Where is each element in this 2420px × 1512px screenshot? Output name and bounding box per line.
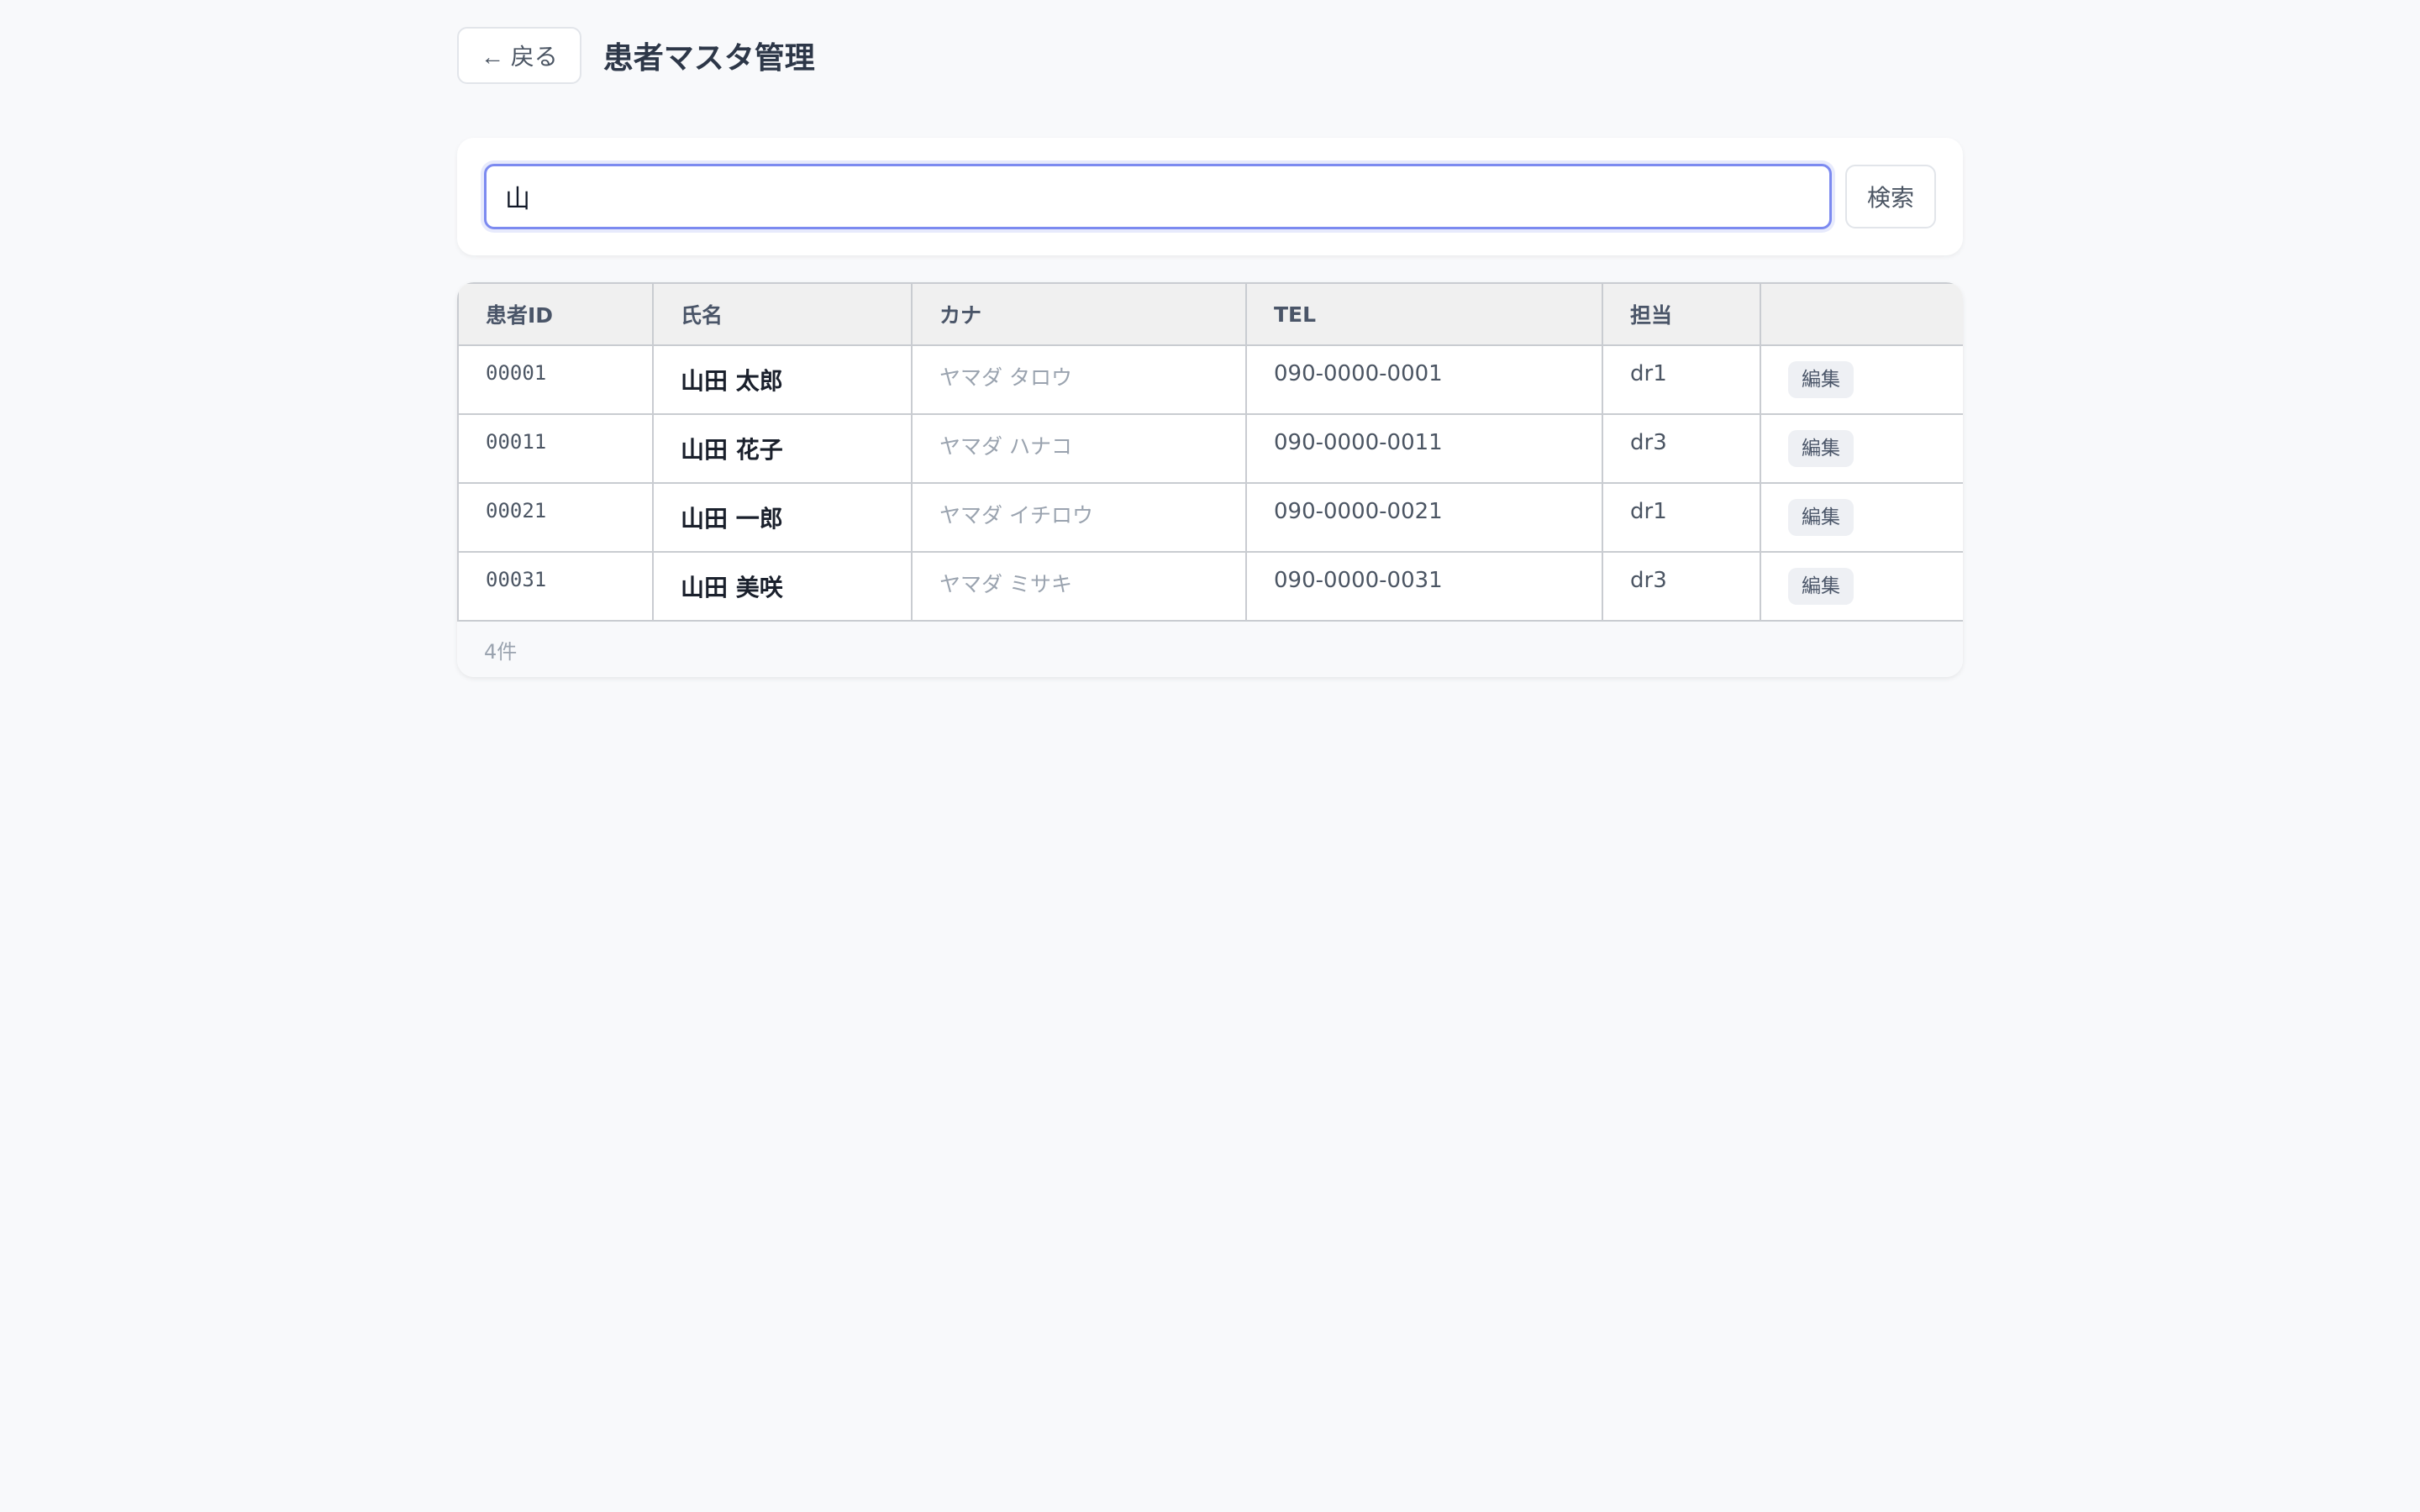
search-card: 検索 <box>457 138 1963 255</box>
patient-table: 患者ID 氏名 カナ TEL 担当 00001 山田 太郎 ヤマダ タロウ 09… <box>457 282 1963 622</box>
patient-kana-cell: ヤマダ ミサキ <box>911 551 1247 622</box>
column-header-staff[interactable]: 担当 <box>1602 282 1761 346</box>
actions-cell: 編集 <box>1760 344 1963 415</box>
table-header-row: 患者ID 氏名 カナ TEL 担当 <box>457 282 1963 346</box>
column-header-tel[interactable]: TEL <box>1245 282 1603 346</box>
table-row[interactable]: 00011 山田 花子 ヤマダ ハナコ 090-0000-0011 dr3 編集 <box>457 413 1963 484</box>
edit-button[interactable]: 編集 <box>1788 568 1854 605</box>
table-row[interactable]: 00031 山田 美咲 ヤマダ ミサキ 090-0000-0031 dr3 編集 <box>457 551 1963 622</box>
patient-staff-cell: dr3 <box>1602 413 1761 484</box>
column-header-name[interactable]: 氏名 <box>652 282 913 346</box>
result-count: 4件 <box>457 622 1963 677</box>
table-row[interactable]: 00001 山田 太郎 ヤマダ タロウ 090-0000-0001 dr1 編集 <box>457 344 1963 415</box>
table-row[interactable]: 00021 山田 一郎 ヤマダ イチロウ 090-0000-0021 dr1 編… <box>457 482 1963 553</box>
column-header-patient-id[interactable]: 患者ID <box>457 282 654 346</box>
actions-cell: 編集 <box>1760 551 1963 622</box>
back-button[interactable]: ← 戻る <box>457 27 581 84</box>
patient-name-cell: 山田 太郎 <box>652 344 913 415</box>
patient-staff-cell: dr3 <box>1602 551 1761 622</box>
edit-button[interactable]: 編集 <box>1788 430 1854 467</box>
patient-id-cell: 00011 <box>457 413 654 484</box>
patient-kana-cell: ヤマダ イチロウ <box>911 482 1247 553</box>
actions-cell: 編集 <box>1760 482 1963 553</box>
edit-button[interactable]: 編集 <box>1788 499 1854 536</box>
patient-name-cell: 山田 美咲 <box>652 551 913 622</box>
actions-cell: 編集 <box>1760 413 1963 484</box>
patient-tel-cell: 090-0000-0001 <box>1245 344 1603 415</box>
search-button[interactable]: 検索 <box>1845 165 1936 228</box>
patient-staff-cell: dr1 <box>1602 344 1761 415</box>
patient-tel-cell: 090-0000-0021 <box>1245 482 1603 553</box>
patient-kana-cell: ヤマダ ハナコ <box>911 413 1247 484</box>
patient-staff-cell: dr1 <box>1602 482 1761 553</box>
patient-id-cell: 00001 <box>457 344 654 415</box>
page-container: ← 戻る 患者マスタ管理 検索 患者ID 氏名 カナ TEL 担当 <box>457 27 1963 677</box>
patient-id-cell: 00031 <box>457 551 654 622</box>
column-header-actions <box>1760 282 1963 346</box>
patient-id-cell: 00021 <box>457 482 654 553</box>
page-title: 患者マスタ管理 <box>602 41 815 76</box>
column-header-kana[interactable]: カナ <box>911 282 1247 346</box>
edit-button[interactable]: 編集 <box>1788 361 1854 398</box>
search-input[interactable] <box>484 164 1832 229</box>
patient-table-card: 患者ID 氏名 カナ TEL 担当 00001 山田 太郎 ヤマダ タロウ 09… <box>457 282 1963 677</box>
patient-name-cell: 山田 花子 <box>652 413 913 484</box>
patient-name-cell: 山田 一郎 <box>652 482 913 553</box>
patient-kana-cell: ヤマダ タロウ <box>911 344 1247 415</box>
page-header: ← 戻る 患者マスタ管理 <box>457 27 1963 84</box>
patient-tel-cell: 090-0000-0031 <box>1245 551 1603 622</box>
patient-tel-cell: 090-0000-0011 <box>1245 413 1603 484</box>
